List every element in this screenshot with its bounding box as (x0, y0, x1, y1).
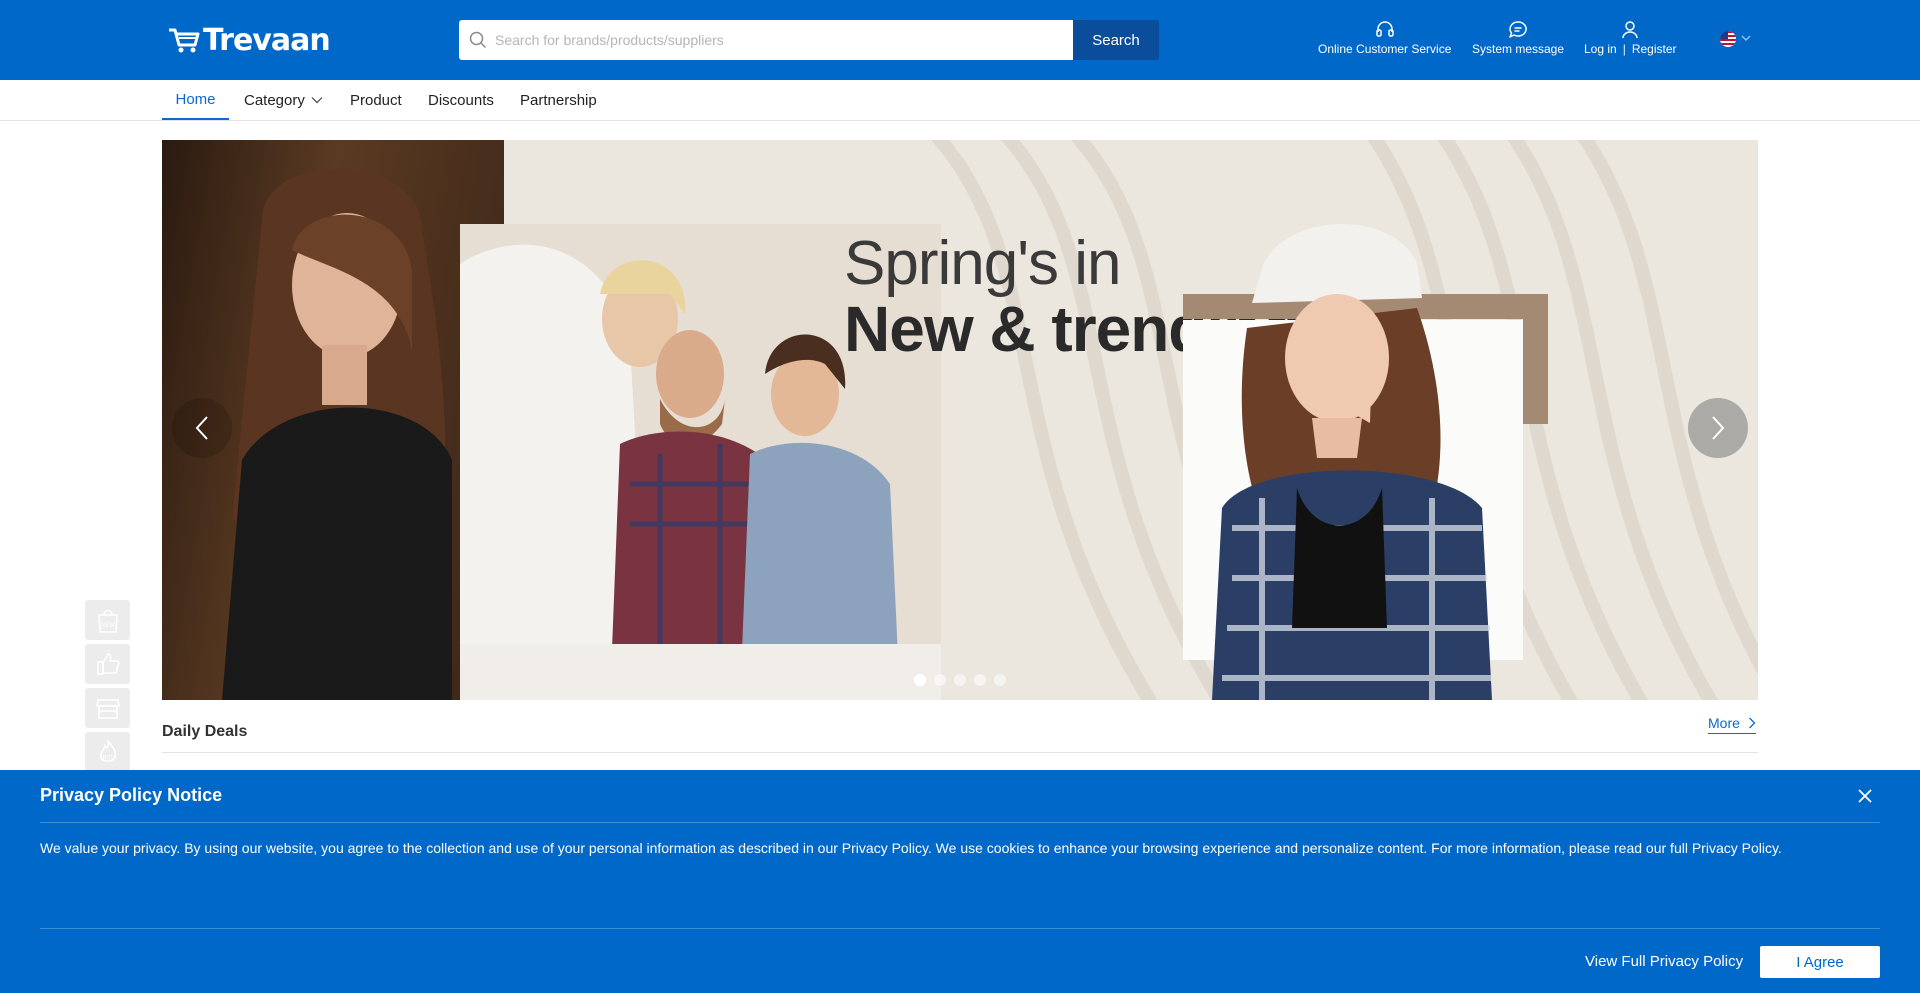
search-button[interactable]: Search (1073, 20, 1159, 60)
store-icon (95, 699, 120, 719)
main-nav: Home Category Product Discounts Partners… (0, 80, 1920, 121)
banner-dot[interactable] (954, 674, 966, 686)
hero-banner[interactable]: Spring's in New & trending (162, 140, 1758, 700)
register-link[interactable]: Register (1632, 42, 1677, 56)
view-privacy-policy-link[interactable]: View Full Privacy Policy (1585, 953, 1743, 970)
privacy-notice-panel: Privacy Policy Notice We value your priv… (0, 770, 1920, 993)
thumbs-up-icon (96, 653, 119, 675)
account-separator: | (1622, 42, 1626, 56)
nav-discounts-label: Discounts (428, 91, 494, 109)
privacy-title: Privacy Policy Notice (40, 785, 223, 805)
side-recommend-button[interactable] (85, 644, 130, 684)
cart-logo-icon (169, 28, 200, 53)
nav-category[interactable]: Category (244, 80, 323, 120)
more-label: More (1708, 714, 1740, 731)
banner-dot[interactable] (934, 674, 946, 686)
language-dropdown-icon[interactable] (1741, 34, 1751, 42)
daily-deals-divider (162, 752, 1758, 753)
chat-bubble-icon (1509, 21, 1527, 38)
nav-category-label: Category (244, 91, 305, 109)
logo-text: Trevaan (203, 22, 331, 58)
agree-button[interactable]: I Agree (1760, 946, 1880, 978)
hot-icon: HOT (99, 740, 116, 762)
chevron-down-icon (311, 97, 323, 104)
headset-icon (1375, 21, 1394, 37)
customer-service-label: Online Customer Service (1318, 42, 1452, 56)
banner-next-button[interactable] (1688, 398, 1748, 458)
search-icon (469, 31, 487, 49)
nav-product[interactable]: Product (350, 80, 402, 120)
us-flag-icon[interactable] (1720, 31, 1736, 47)
chevron-right-icon (1712, 416, 1725, 440)
svg-text:HOT: HOT (102, 755, 114, 761)
banner-pagination (914, 674, 1006, 686)
privacy-divider-top (40, 822, 1880, 823)
account-links: Log in | Register (1584, 20, 1677, 56)
daily-deals-title: Daily Deals (162, 723, 248, 740)
search-bar: Search (459, 20, 1159, 60)
side-quick-links: NEW HOT (85, 600, 130, 776)
close-icon[interactable] (1856, 787, 1874, 805)
nav-discounts[interactable]: Discounts (428, 80, 494, 120)
privacy-text: We value your privacy. By using our webs… (40, 840, 1782, 856)
nav-partnership[interactable]: Partnership (520, 80, 597, 120)
woman-portrait-image (222, 168, 452, 700)
chevron-right-icon (1748, 717, 1756, 728)
banner-prev-button[interactable] (172, 398, 232, 458)
banner-dot[interactable] (974, 674, 986, 686)
banner-dot[interactable] (994, 674, 1006, 686)
logo[interactable]: Trevaan (167, 22, 331, 58)
svg-text:NEW: NEW (100, 622, 114, 629)
search-field[interactable] (459, 20, 1073, 60)
search-input[interactable] (495, 22, 1055, 58)
privacy-divider-bottom (40, 928, 1880, 929)
login-link[interactable]: Log in (1584, 42, 1617, 56)
side-store-button[interactable] (85, 688, 130, 728)
user-icon (1622, 21, 1638, 39)
top-header: Trevaan Search Online Customer Service S… (0, 0, 1920, 80)
nav-home[interactable]: Home (162, 80, 229, 120)
chevron-left-icon (195, 416, 208, 440)
nav-product-label: Product (350, 91, 402, 109)
banner-dot[interactable] (914, 674, 926, 686)
system-message-link[interactable]: System message (1472, 20, 1564, 56)
girl-model-image (1212, 224, 1492, 700)
side-hot-button[interactable]: HOT (85, 732, 130, 772)
system-message-label: System message (1472, 42, 1565, 56)
new-icon: NEW (97, 609, 118, 633)
side-new-button[interactable]: NEW (85, 600, 130, 640)
banner-headline-line1: Spring's in (844, 229, 1122, 298)
nav-partnership-label: Partnership (520, 91, 597, 109)
nav-home-label: Home (175, 90, 216, 108)
online-customer-service-link[interactable]: Online Customer Service (1318, 20, 1451, 56)
daily-deals-more-link[interactable]: More (1708, 712, 1756, 734)
